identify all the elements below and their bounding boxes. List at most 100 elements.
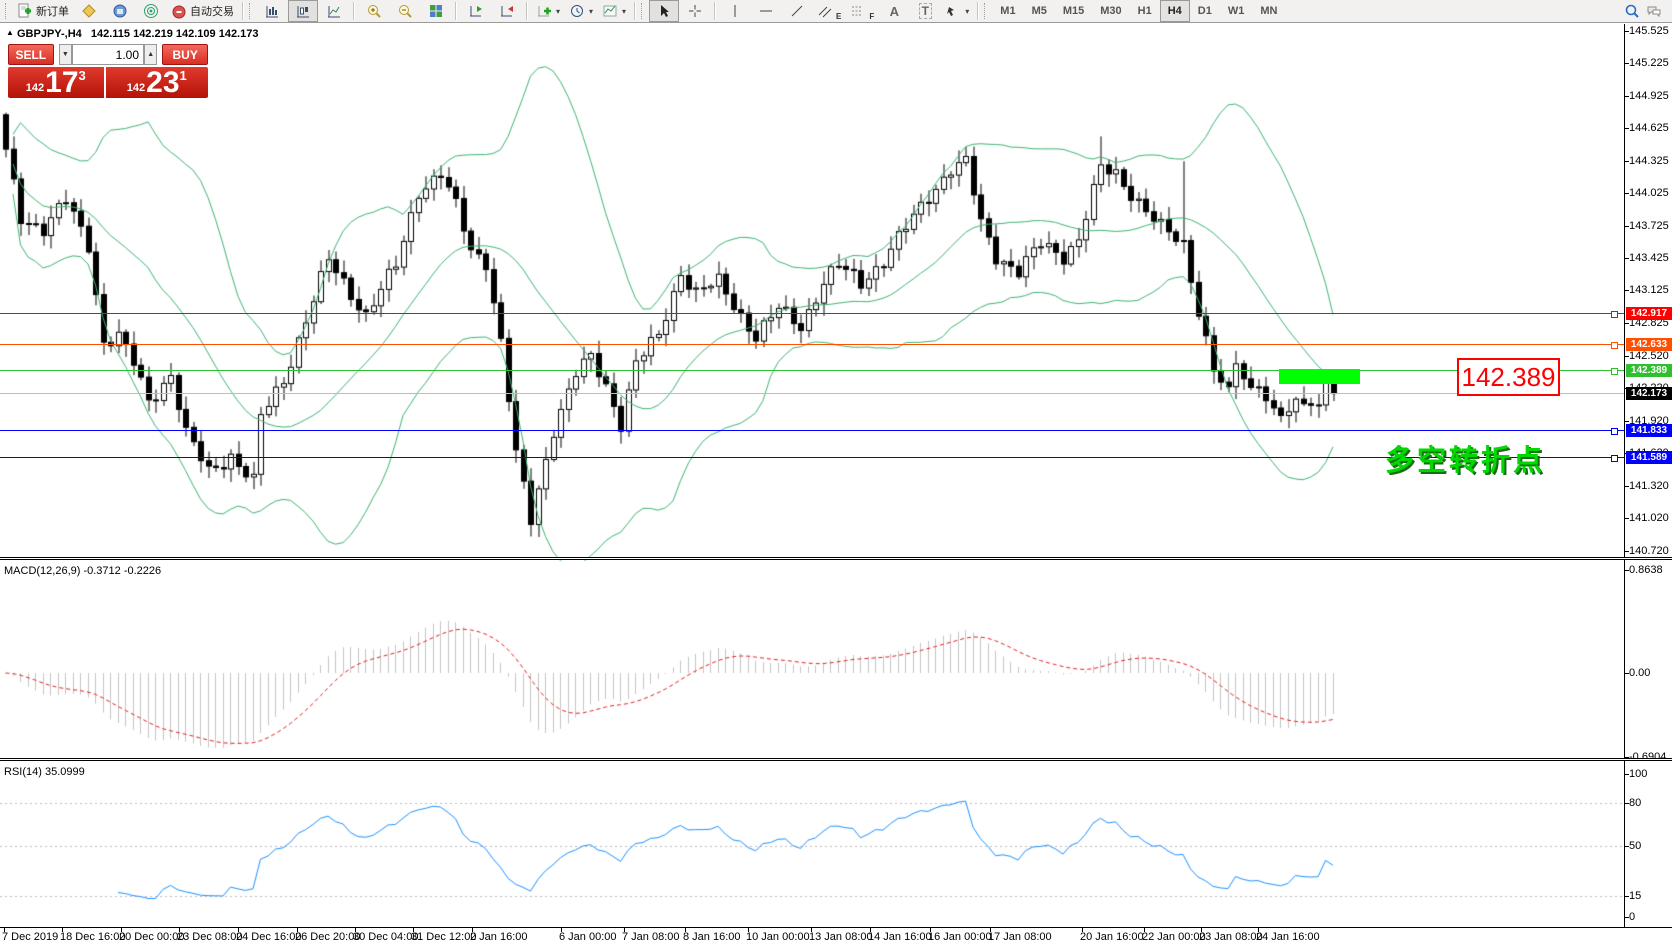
periods-clock-icon xyxy=(569,3,585,19)
sell-price-point: 3 xyxy=(79,68,86,83)
hline-price-label: 142.917 xyxy=(1626,307,1672,320)
crosshair-tool-button[interactable] xyxy=(680,0,710,22)
trendline-icon xyxy=(789,3,805,19)
metaeditor-button[interactable] xyxy=(74,0,104,22)
new-order-button[interactable]: 新订单 xyxy=(13,0,73,22)
price-tick-label: 143.725 xyxy=(1629,220,1669,232)
timeframe-button-w1[interactable]: W1 xyxy=(1220,0,1253,22)
text-label-tool-button[interactable]: T xyxy=(910,0,940,22)
hline-handle[interactable] xyxy=(1611,428,1618,435)
time-axis-label: 2 Jan 16:00 xyxy=(470,931,528,943)
new-chart-button[interactable] xyxy=(461,0,491,22)
price-callout-box[interactable]: 142.389 xyxy=(1457,358,1560,396)
timeframe-button-mn[interactable]: MN xyxy=(1252,0,1285,22)
mt4-terminal-window: 新订单 自动交易 xyxy=(0,0,1672,946)
arrows-tool-button[interactable]: ▾ xyxy=(941,0,973,22)
cursor-tool-button[interactable] xyxy=(649,0,679,22)
zoom-in-button[interactable] xyxy=(359,0,389,22)
equidistant-channel-icon xyxy=(817,3,833,19)
timeframe-button-m5[interactable]: M5 xyxy=(1024,0,1055,22)
horizontal-line-object[interactable] xyxy=(0,370,1624,371)
zoom-out-button[interactable] xyxy=(390,0,420,22)
text-label-icon: T xyxy=(919,3,932,19)
time-axis-label: 31 Dec 12:00 xyxy=(411,931,476,943)
toolbar-grip xyxy=(641,3,645,19)
candlestick-chart-icon xyxy=(295,3,311,19)
timeframe-button-m1[interactable]: M1 xyxy=(992,0,1023,22)
autotrading-label: 自动交易 xyxy=(190,3,234,19)
templates-button[interactable]: ▾ xyxy=(598,0,630,22)
timeframe-button-h1[interactable]: H1 xyxy=(1130,0,1160,22)
timeframe-button-m30[interactable]: M30 xyxy=(1092,0,1129,22)
hline-handle[interactable] xyxy=(1611,311,1618,318)
trendline-tool-button[interactable] xyxy=(782,0,812,22)
rsi-pane-separator[interactable] xyxy=(0,758,1672,761)
line-chart-icon xyxy=(326,3,342,19)
volume-increase-button[interactable]: ▲ xyxy=(144,44,157,65)
sell-button[interactable]: SELL xyxy=(8,44,54,65)
periods-button[interactable]: ▾ xyxy=(565,0,597,22)
sell-price-base: 142 xyxy=(26,82,44,94)
indicators-button[interactable]: ▾ xyxy=(532,0,564,22)
highlight-rectangle-object[interactable] xyxy=(1279,369,1360,384)
buy-price-pips: 23 xyxy=(146,69,179,97)
bar-chart-type-button[interactable] xyxy=(257,0,287,22)
buy-price-base: 142 xyxy=(127,82,145,94)
line-chart-type-button[interactable] xyxy=(319,0,349,22)
trend-note-text[interactable]: 多空转折点 xyxy=(1385,437,1545,479)
macd-label: MACD(12,26,9) -0.3712 -0.2226 xyxy=(4,565,161,577)
rsi-tick-label: 50 xyxy=(1629,840,1641,852)
horizontal-line-tool-button[interactable] xyxy=(751,0,781,22)
buy-button[interactable]: BUY xyxy=(162,44,208,65)
channel-tool-button[interactable]: E xyxy=(813,0,845,22)
rsi-tick-label: 0 xyxy=(1629,911,1635,923)
zoom-out-icon xyxy=(397,3,413,19)
rsi-label: RSI(14) 35.0999 xyxy=(4,766,85,778)
price-tick-label: 144.925 xyxy=(1629,90,1669,102)
autotrading-button[interactable]: 自动交易 xyxy=(167,0,238,22)
hline-handle[interactable] xyxy=(1611,455,1618,462)
vertical-line-tool-button[interactable] xyxy=(720,0,750,22)
time-axis-label: 7 Jan 08:00 xyxy=(622,931,680,943)
text-tool-button[interactable]: A xyxy=(879,0,909,22)
macd-pane-separator[interactable] xyxy=(0,557,1672,560)
toolbar-grip xyxy=(984,3,988,19)
chat-icon[interactable] xyxy=(1646,3,1662,19)
price-tick-label: 144.025 xyxy=(1629,187,1669,199)
timeframe-button-m15[interactable]: M15 xyxy=(1055,0,1092,22)
tile-windows-button[interactable] xyxy=(421,0,451,22)
volume-decrease-button[interactable]: ▼ xyxy=(59,44,72,65)
horizontal-line-object[interactable] xyxy=(0,344,1624,345)
ohlc-values: 142.115 142.219 142.109 142.173 xyxy=(91,28,259,40)
hline-handle[interactable] xyxy=(1611,342,1618,349)
fibonacci-tool-button[interactable]: F xyxy=(846,0,878,22)
market-watch-button[interactable] xyxy=(105,0,135,22)
buy-price-display[interactable]: 142 23 1 xyxy=(106,67,208,98)
volume-input[interactable] xyxy=(72,44,144,65)
time-axis-label: 10 Jan 00:00 xyxy=(746,931,810,943)
horizontal-line-object[interactable] xyxy=(0,430,1624,431)
metaeditor-icon xyxy=(81,3,97,19)
horizontal-line-object[interactable] xyxy=(0,457,1624,458)
chart-shift-button[interactable] xyxy=(492,0,522,22)
dropdown-caret-icon: ▾ xyxy=(965,7,969,16)
candlestick-chart-type-button[interactable] xyxy=(288,0,318,22)
time-axis-label: 23 Dec 08:00 xyxy=(177,931,242,943)
search-icon[interactable] xyxy=(1624,3,1640,19)
bid-price-line xyxy=(0,393,1624,394)
indicators-icon xyxy=(536,3,552,19)
horizontal-line-object[interactable] xyxy=(0,313,1624,314)
sell-price-display[interactable]: 142 17 3 xyxy=(8,67,104,98)
price-tick-label: 144.625 xyxy=(1629,122,1669,134)
timeframe-button-h4[interactable]: H4 xyxy=(1160,0,1190,22)
timeframe-button-d1[interactable]: D1 xyxy=(1190,0,1220,22)
new-order-label: 新订单 xyxy=(36,3,69,19)
hline-price-label: 141.589 xyxy=(1626,451,1672,464)
collapse-arrow-icon[interactable]: ▲ xyxy=(6,28,14,37)
signals-button[interactable] xyxy=(136,0,166,22)
time-axis-label: 7 Dec 2019 xyxy=(2,931,58,943)
time-axis-label: 14 Jan 16:00 xyxy=(868,931,932,943)
time-axis-label: 20 Jan 16:00 xyxy=(1080,931,1144,943)
hline-handle[interactable] xyxy=(1611,368,1618,375)
price-tick-label: 143.125 xyxy=(1629,284,1669,296)
